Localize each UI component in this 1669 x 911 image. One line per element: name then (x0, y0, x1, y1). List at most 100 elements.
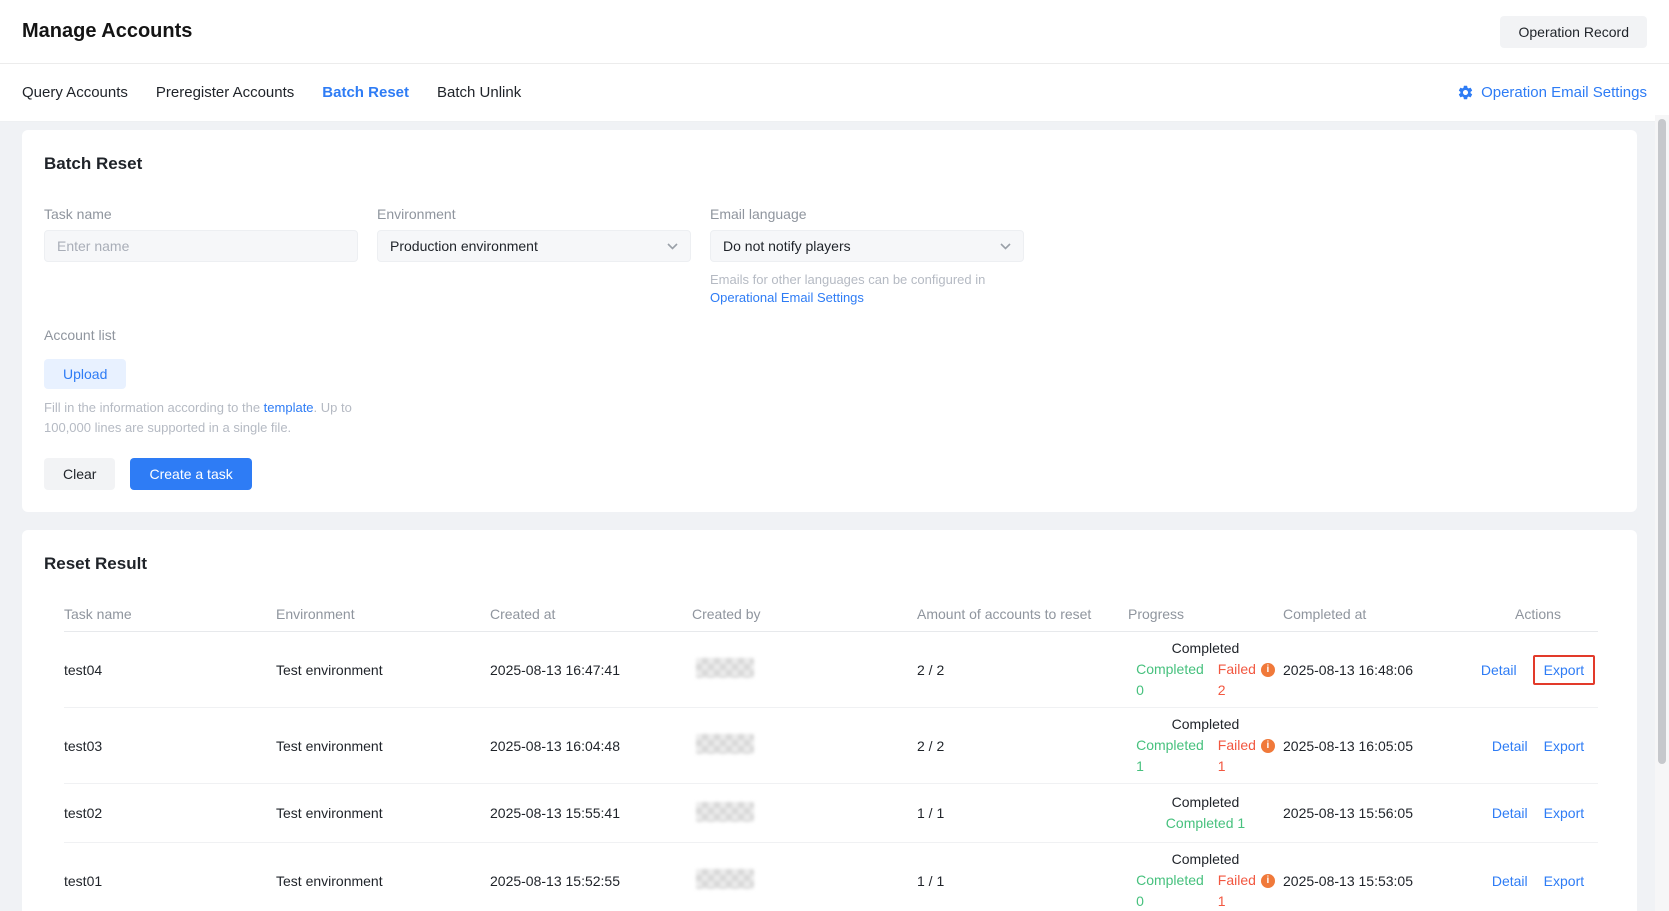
cell-progress: CompletedCompleted0Failed i2 (1128, 638, 1283, 701)
table-row: test03Test environment2025-08-13 16:04:4… (64, 708, 1598, 784)
email-language-select-value: Do not notify players (723, 238, 851, 254)
cell-task-name: test02 (64, 805, 276, 821)
template-link[interactable]: template (264, 400, 314, 415)
email-language-label: Email language (710, 206, 1024, 222)
scrollbar-thumb[interactable] (1658, 119, 1666, 764)
task-name-input[interactable] (44, 230, 358, 262)
reset-result-card: Reset Result Task nameEnvironmentCreated… (22, 530, 1637, 911)
cell-amount: 1 / 1 (917, 873, 1128, 889)
tab-list: Query Accounts Preregister Accounts Batch … (22, 78, 521, 107)
cell-task-name: test04 (64, 662, 276, 678)
progress-counts: Completed0Failed i2 (1128, 659, 1283, 701)
created-by-redacted (696, 658, 754, 678)
cell-created-by (692, 734, 917, 757)
cell-actions: Detail Export (1478, 873, 1598, 889)
upload-note-text: . Up to (314, 400, 352, 415)
email-language-field: Email language Do not notify players Ema… (710, 206, 1024, 307)
column-header: Progress (1128, 606, 1283, 622)
cell-progress: CompletedCompleted0Failed i1 (1128, 849, 1283, 911)
column-header: Amount of accounts to reset (917, 606, 1128, 622)
tab-batch-unlink[interactable]: Batch Unlink (437, 78, 521, 107)
progress-counts: Completed1Failed i1 (1128, 735, 1283, 777)
detail-link[interactable]: Detail (1492, 873, 1528, 889)
form-row: Task name Environment Production environ… (44, 206, 1615, 307)
cell-environment: Test environment (276, 662, 490, 678)
environment-select-value: Production environment (390, 238, 538, 254)
cell-amount: 1 / 1 (917, 805, 1128, 821)
cell-created-by (692, 869, 917, 892)
batch-reset-heading: Batch Reset (44, 152, 1615, 174)
account-list-label: Account list (44, 327, 1615, 343)
upload-button[interactable]: Upload (44, 359, 126, 389)
clear-button[interactable]: Clear (44, 458, 115, 490)
cell-created-at: 2025-08-13 16:47:41 (490, 662, 692, 678)
table-row: test04Test environment2025-08-13 16:47:4… (64, 632, 1598, 708)
upload-note-line1: Fill in the information according to the… (44, 398, 1615, 418)
page-content: Batch Reset Task name Environment Produc… (0, 122, 1669, 911)
progress-counts: Completed0Failed i1 (1128, 870, 1283, 911)
cell-created-at: 2025-08-13 15:55:41 (490, 805, 692, 821)
account-list-section: Account list Upload Fill in the informat… (44, 327, 1615, 438)
operation-email-settings-label: Operation Email Settings (1481, 84, 1647, 101)
export-link[interactable]: Export (1544, 873, 1584, 889)
operational-email-settings-link[interactable]: Operational Email Settings (710, 289, 864, 307)
cell-progress: CompletedCompleted 1 (1128, 792, 1283, 834)
page-title: Manage Accounts (22, 20, 192, 43)
cell-created-at: 2025-08-13 15:52:55 (490, 873, 692, 889)
detail-link[interactable]: Detail (1492, 738, 1528, 754)
tab-query-accounts[interactable]: Query Accounts (22, 78, 128, 107)
cell-actions: Detail Export (1478, 655, 1598, 685)
tab-batch-reset[interactable]: Batch Reset (322, 78, 409, 107)
result-table: Task nameEnvironmentCreated atCreated by… (64, 596, 1598, 911)
column-header: Task name (64, 606, 276, 622)
detail-link[interactable]: Detail (1492, 805, 1528, 821)
batch-reset-card: Batch Reset Task name Environment Produc… (22, 130, 1637, 512)
cell-completed-at: 2025-08-13 15:56:05 (1283, 805, 1478, 821)
environment-select[interactable]: Production environment (377, 230, 691, 262)
tab-bar: Query Accounts Preregister Accounts Batch … (0, 64, 1669, 122)
task-name-label: Task name (44, 206, 358, 222)
reset-result-heading: Reset Result (44, 552, 1615, 574)
form-buttons: Clear Create a task (44, 458, 1615, 490)
operation-email-settings-link[interactable]: Operation Email Settings (1457, 84, 1647, 101)
info-icon[interactable]: i (1261, 663, 1275, 677)
upload-note-line2: 100,000 lines are supported in a single … (44, 418, 1615, 438)
table-body: test04Test environment2025-08-13 16:47:4… (64, 632, 1598, 911)
cell-task-name: test03 (64, 738, 276, 754)
info-icon[interactable]: i (1261, 739, 1275, 753)
task-name-field: Task name (44, 206, 358, 307)
cell-environment: Test environment (276, 738, 490, 754)
info-icon[interactable]: i (1261, 874, 1275, 888)
failed-count: Failed i1 (1218, 870, 1275, 911)
table-row: test01Test environment2025-08-13 15:52:5… (64, 843, 1598, 911)
progress-status: Completed (1128, 792, 1283, 813)
chevron-down-icon (1000, 243, 1011, 250)
email-helper-text: Emails for other languages can be config… (710, 271, 1024, 289)
scrollbar-track[interactable] (1655, 115, 1669, 911)
cell-progress: CompletedCompleted1Failed i1 (1128, 714, 1283, 777)
table-row: test02Test environment2025-08-13 15:55:4… (64, 784, 1598, 843)
email-language-select[interactable]: Do not notify players (710, 230, 1024, 262)
export-highlight-box: Export (1533, 655, 1595, 685)
column-header: Created at (490, 606, 692, 622)
completed-count: Completed 1 (1128, 813, 1283, 834)
export-link[interactable]: Export (1544, 738, 1584, 754)
completed-count: Completed0 (1136, 659, 1204, 701)
failed-count: Failed i1 (1218, 735, 1275, 777)
created-by-redacted (696, 802, 754, 822)
cell-completed-at: 2025-08-13 15:53:05 (1283, 873, 1478, 889)
cell-created-by (692, 658, 917, 681)
export-link[interactable]: Export (1544, 805, 1584, 821)
tab-preregister-accounts[interactable]: Preregister Accounts (156, 78, 294, 107)
cell-completed-at: 2025-08-13 16:05:05 (1283, 738, 1478, 754)
upload-note-text: Fill in the information according to the (44, 400, 264, 415)
export-link[interactable]: Export (1544, 662, 1584, 678)
progress-status: Completed (1128, 638, 1283, 659)
column-header: Environment (276, 606, 490, 622)
column-header: Actions (1478, 606, 1598, 622)
progress-status: Completed (1128, 849, 1283, 870)
create-task-button[interactable]: Create a task (130, 458, 251, 490)
cell-actions: Detail Export (1478, 805, 1598, 821)
detail-link[interactable]: Detail (1481, 662, 1517, 678)
operation-record-button[interactable]: Operation Record (1500, 16, 1647, 48)
